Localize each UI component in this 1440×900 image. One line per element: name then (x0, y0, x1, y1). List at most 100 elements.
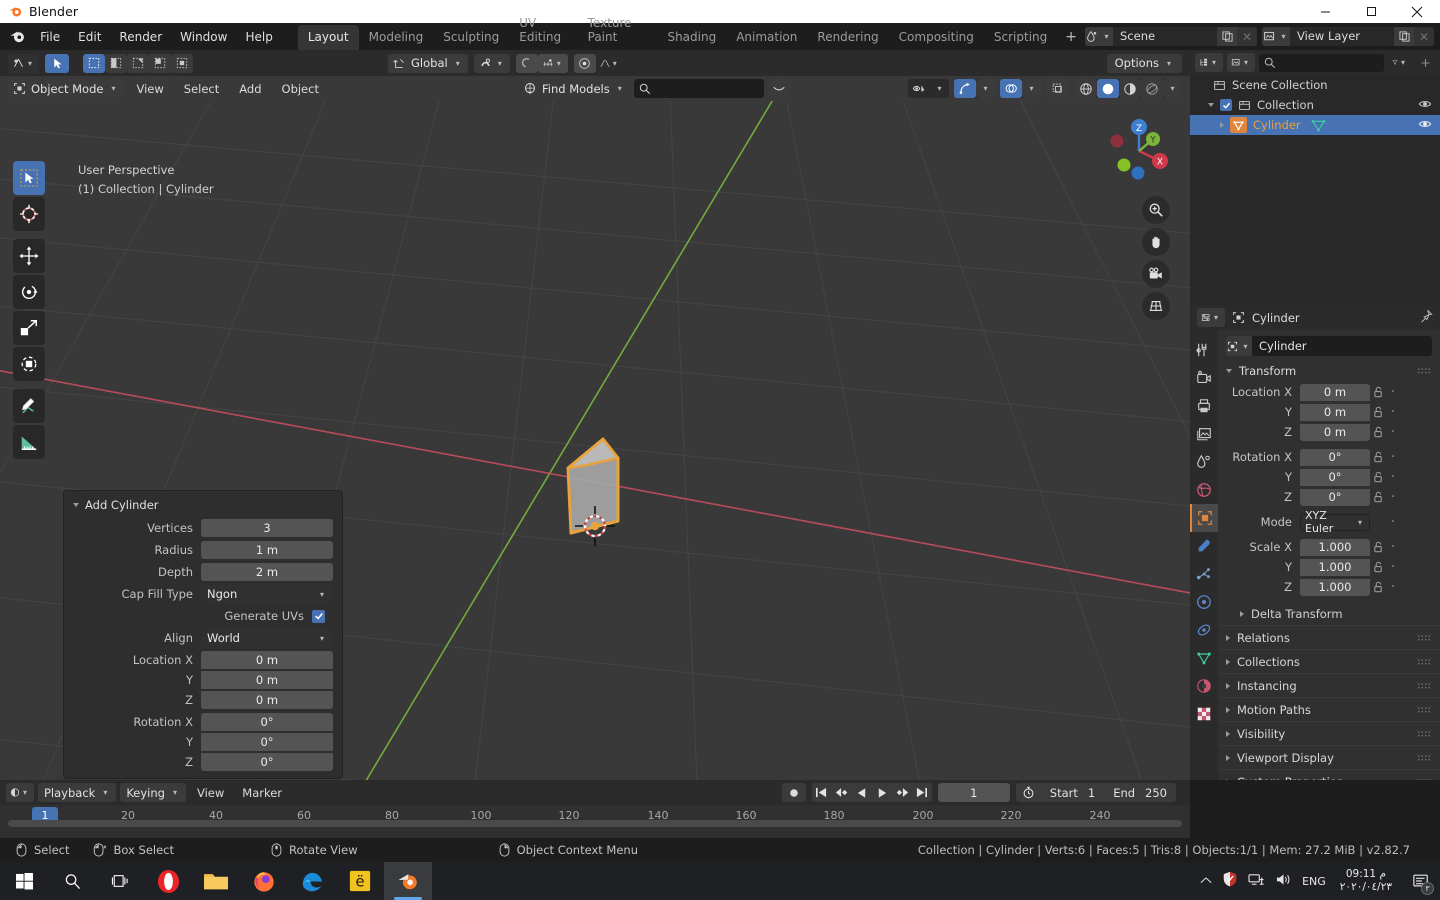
action-center-button[interactable]: ٣ (1406, 862, 1436, 900)
pin-icon[interactable] (1419, 309, 1433, 326)
animate-property-dot[interactable]: · (1386, 425, 1400, 439)
drag-handle-icon[interactable] (1418, 775, 1432, 780)
timeline-editor-type-icon[interactable]: ▾ (6, 783, 34, 802)
drag-handle-icon[interactable] (1418, 679, 1432, 693)
tool-move[interactable] (13, 239, 45, 273)
timeline-menu-marker[interactable]: Marker (235, 783, 289, 803)
properties-tab-physics[interactable] (1190, 588, 1218, 616)
animate-property-dot[interactable]: · (1386, 540, 1400, 554)
find-models-search-input[interactable] (633, 79, 764, 98)
jump-to-start-button[interactable] (812, 783, 832, 802)
properties-tab-material[interactable] (1190, 672, 1218, 700)
maximize-button[interactable] (1348, 0, 1394, 23)
prop-dropdown-rotation-mode[interactable]: XYZ Euler ▾ (1300, 509, 1370, 535)
properties-tab-output[interactable] (1190, 392, 1218, 420)
solid-shading-button[interactable] (1097, 79, 1119, 98)
close-button[interactable] (1394, 0, 1440, 23)
show-overlays-button[interactable] (1000, 79, 1022, 98)
tool-annotate[interactable] (13, 389, 45, 423)
properties-tab-tool[interactable] (1190, 336, 1218, 364)
animate-property-dot[interactable]: · (1386, 515, 1400, 529)
snap-increment-button[interactable]: ▾ (537, 53, 568, 73)
collection-visibility-checkbox[interactable] (1220, 99, 1232, 111)
falloff-type-button[interactable]: ▾ (595, 53, 624, 73)
blender-menu-icon[interactable] (6, 26, 29, 47)
lock-icon[interactable] (1370, 471, 1386, 483)
lock-icon[interactable] (1370, 386, 1386, 398)
outliner-row-collection[interactable]: Collection (1190, 95, 1440, 115)
internet-download-manager-app[interactable]: ë (336, 862, 384, 900)
tool-measure[interactable] (13, 425, 45, 459)
panel-instancing[interactable]: Instancing (1218, 673, 1440, 697)
file-explorer-app[interactable] (192, 862, 240, 900)
editor-type-icon[interactable]: ▾ (8, 53, 40, 73)
tab-sculpting[interactable]: Sculpting (433, 25, 509, 50)
op-field-rotation-y[interactable]: 0° (201, 733, 333, 751)
tab-scripting[interactable]: Scripting (984, 25, 1057, 50)
properties-tab-modifier[interactable] (1190, 532, 1218, 560)
op-field-rotation-x[interactable]: 0° (201, 713, 333, 731)
properties-tab-constraints[interactable] (1190, 616, 1218, 644)
task-view-button[interactable] (96, 862, 144, 900)
proportional-edit-button[interactable] (515, 53, 538, 73)
outliner-display-mode-icon[interactable]: ▾ (1227, 53, 1255, 72)
show-gizmo-button[interactable] (954, 79, 976, 98)
lock-icon[interactable] (1370, 581, 1386, 593)
tab-compositing[interactable]: Compositing (889, 25, 984, 50)
object-name-field[interactable]: ▾ Cylinder (1226, 336, 1432, 356)
viewport-menu-object[interactable]: Object (275, 79, 326, 99)
delete-scene-button[interactable]: ✕ (1237, 27, 1257, 46)
op-field-depth[interactable]: 2 m (201, 563, 333, 581)
viewport-menu-select[interactable]: Select (177, 79, 226, 99)
delta-transform-subpanel[interactable]: Delta Transform (1218, 603, 1440, 625)
shield-icon[interactable] (1222, 871, 1238, 891)
visibility-chevron-icon[interactable]: ▾ (930, 79, 949, 98)
properties-tab-texture[interactable] (1190, 700, 1218, 728)
speaker-icon[interactable] (1275, 872, 1292, 891)
menu-edit[interactable]: Edit (69, 27, 110, 47)
prop-field-rotation-z[interactable]: 0° (1300, 488, 1370, 506)
use-preview-range-icon[interactable] (1016, 783, 1041, 802)
transform-section-header[interactable]: Transform (1218, 360, 1440, 382)
animate-property-dot[interactable]: · (1386, 385, 1400, 399)
active-tool-select-box[interactable] (45, 53, 70, 73)
zoom-icon[interactable] (1142, 196, 1170, 224)
op-dropdown-cap-fill-type[interactable]: Ngon ▾ (201, 585, 333, 603)
tab-layout[interactable]: Layout (297, 25, 359, 50)
add-workspace-button[interactable]: + (1057, 26, 1085, 50)
animate-property-dot[interactable]: · (1386, 560, 1400, 574)
rendered-shading-button[interactable] (1141, 79, 1163, 98)
animate-property-dot[interactable]: · (1386, 580, 1400, 594)
properties-tab-scene[interactable] (1190, 448, 1218, 476)
timeline-ruler[interactable]: 1 20 40 60 80 100 120 140 160 180 200 22… (0, 805, 1190, 829)
prop-field-rotation-x[interactable]: 0° (1300, 448, 1370, 466)
xray-toggle-button[interactable] (1046, 79, 1070, 98)
transform-orientation-selector[interactable]: Global ▾ (388, 53, 468, 73)
animate-property-dot[interactable]: · (1386, 450, 1400, 464)
firefox-app[interactable] (240, 862, 288, 900)
properties-tab-object-data[interactable] (1190, 644, 1218, 672)
playback-dropdown[interactable]: Playback ▾ (38, 783, 117, 802)
animate-property-dot[interactable]: · (1386, 470, 1400, 484)
scene-name[interactable]: Scene (1113, 27, 1217, 46)
view-layer-selector[interactable]: ▾ View Layer ✕ (1262, 27, 1434, 46)
camera-icon[interactable] (1142, 260, 1170, 288)
drag-handle-icon[interactable] (1418, 631, 1432, 645)
op-field-location-x[interactable]: 0 m (201, 651, 333, 669)
current-frame-field[interactable]: 1 (937, 783, 1010, 802)
grid-icon[interactable] (1142, 292, 1170, 320)
op-checkbox-generate-uvs[interactable] (312, 609, 325, 623)
select-invert-button[interactable] (149, 53, 172, 73)
mesh-data-icon[interactable] (1311, 118, 1326, 133)
drag-handle-icon[interactable] (1418, 655, 1432, 669)
tool-rotate[interactable] (13, 275, 45, 309)
frame-end-field[interactable]: End 250 (1104, 783, 1176, 802)
network-icon[interactable] (1248, 872, 1265, 891)
properties-tab-view-layer[interactable] (1190, 420, 1218, 448)
tab-animation[interactable]: Animation (726, 25, 807, 50)
properties-tab-particles[interactable] (1190, 560, 1218, 588)
outliner-editor-type-icon[interactable]: ▾ (1195, 53, 1223, 72)
proportional-editing-toggle[interactable] (573, 53, 596, 73)
operator-panel-header[interactable]: Add Cylinder (64, 491, 342, 518)
view-layer-name[interactable]: View Layer (1290, 27, 1394, 46)
